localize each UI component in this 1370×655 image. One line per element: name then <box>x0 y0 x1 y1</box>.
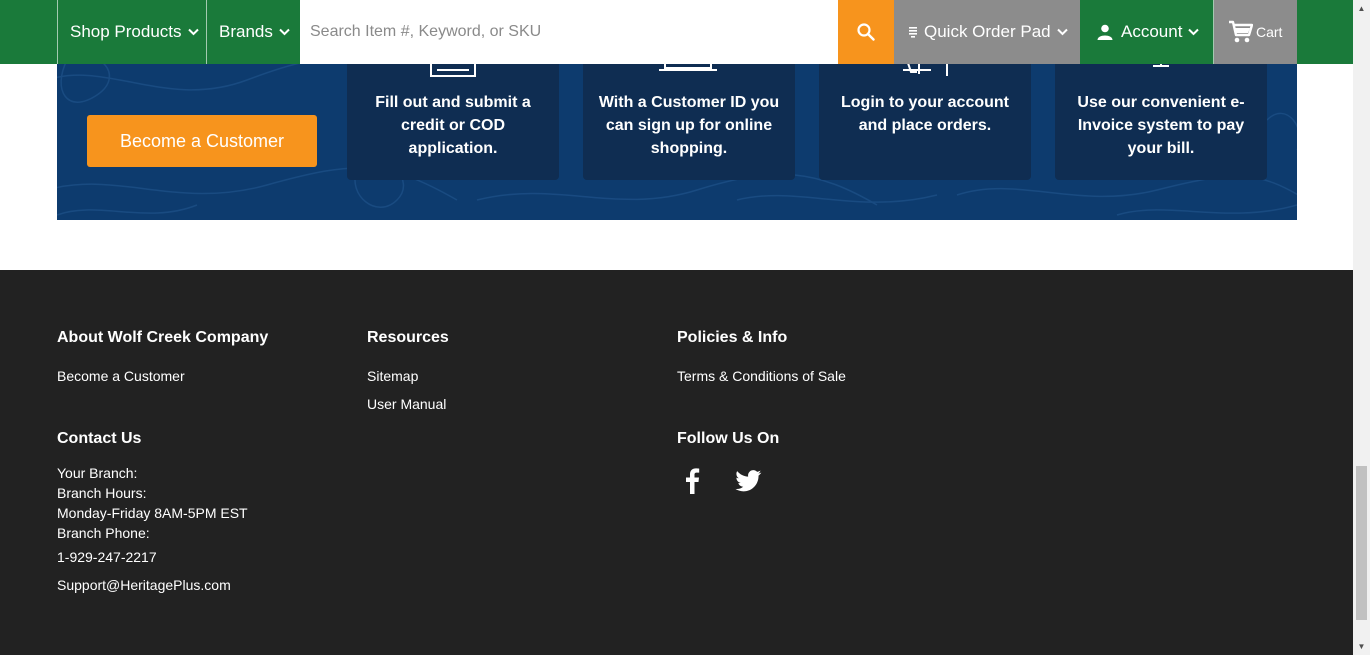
footer-heading-policies: Policies & Info <box>677 329 788 346</box>
become-customer-button[interactable]: Become a Customer <box>87 115 317 167</box>
user-icon <box>1097 24 1113 40</box>
search-button[interactable] <box>838 0 894 64</box>
quick-order-pad-menu[interactable]: Quick Order Pad <box>894 0 1080 64</box>
quick-order-pad-label: Quick Order Pad <box>924 22 1051 41</box>
shop-products-label: Shop Products <box>70 22 182 41</box>
footer-heading-contact: Contact Us <box>57 430 142 447</box>
chevron-down-icon <box>187 28 199 36</box>
footer-link-become-customer[interactable]: Become a Customer <box>57 368 185 384</box>
brands-menu[interactable]: Brands <box>207 0 300 64</box>
card-text: Login to your account and place orders. <box>841 94 1009 134</box>
chevron-down-icon <box>1056 28 1068 36</box>
page-scrollbar[interactable]: ▲ ▼ <box>1353 0 1370 655</box>
scrollbar-thumb[interactable] <box>1356 466 1367 620</box>
shop-products-menu[interactable]: Shop Products <box>57 0 207 64</box>
top-navigation: Shop Products Brands Quick Order Pad Acc… <box>0 0 1353 64</box>
phone-link[interactable]: 1-929-247-2217 <box>57 549 157 565</box>
footer-link-user-manual[interactable]: User Manual <box>367 396 446 412</box>
your-branch-label: Your Branch: <box>57 465 138 481</box>
cart-button[interactable]: Cart <box>1214 0 1297 64</box>
chevron-down-icon <box>279 28 290 36</box>
scroll-down-arrow-icon[interactable]: ▼ <box>1353 638 1370 655</box>
footer-heading-follow: Follow Us On <box>677 430 780 447</box>
list-icon <box>909 27 917 38</box>
footer-link-terms[interactable]: Terms & Conditions of Sale <box>677 368 846 384</box>
branch-hours: Monday-Friday 8AM-5PM EST <box>57 505 248 521</box>
card-text: Use our convenient e-Invoice system to p… <box>1077 94 1245 157</box>
account-menu[interactable]: Account <box>1080 0 1214 64</box>
card-text: Fill out and submit a credit or COD appl… <box>375 94 531 157</box>
branch-phone-label: Branch Phone: <box>57 525 150 541</box>
search-icon <box>857 23 875 41</box>
chevron-down-icon <box>1188 28 1200 36</box>
twitter-icon <box>735 470 762 492</box>
account-label: Account <box>1121 22 1183 41</box>
cart-label: Cart <box>1256 24 1283 40</box>
scroll-up-arrow-icon[interactable]: ▲ <box>1353 0 1370 17</box>
footer-heading-about: About Wolf Creek Company <box>57 329 269 346</box>
facebook-icon <box>686 468 700 494</box>
branch-hours-label: Branch Hours: <box>57 485 147 501</box>
twitter-link[interactable] <box>735 470 762 497</box>
footer-link-sitemap[interactable]: Sitemap <box>367 368 418 384</box>
shopping-cart-icon <box>1229 20 1253 43</box>
brands-label: Brands <box>219 22 273 41</box>
site-footer: About Wolf Creek Company Become a Custom… <box>0 270 1353 655</box>
facebook-link[interactable] <box>684 467 700 499</box>
search-input[interactable] <box>300 0 838 64</box>
email-link[interactable]: Support@HeritagePlus.com <box>57 577 231 593</box>
footer-heading-resources: Resources <box>367 329 449 346</box>
card-text: With a Customer ID you can sign up for o… <box>598 94 780 157</box>
